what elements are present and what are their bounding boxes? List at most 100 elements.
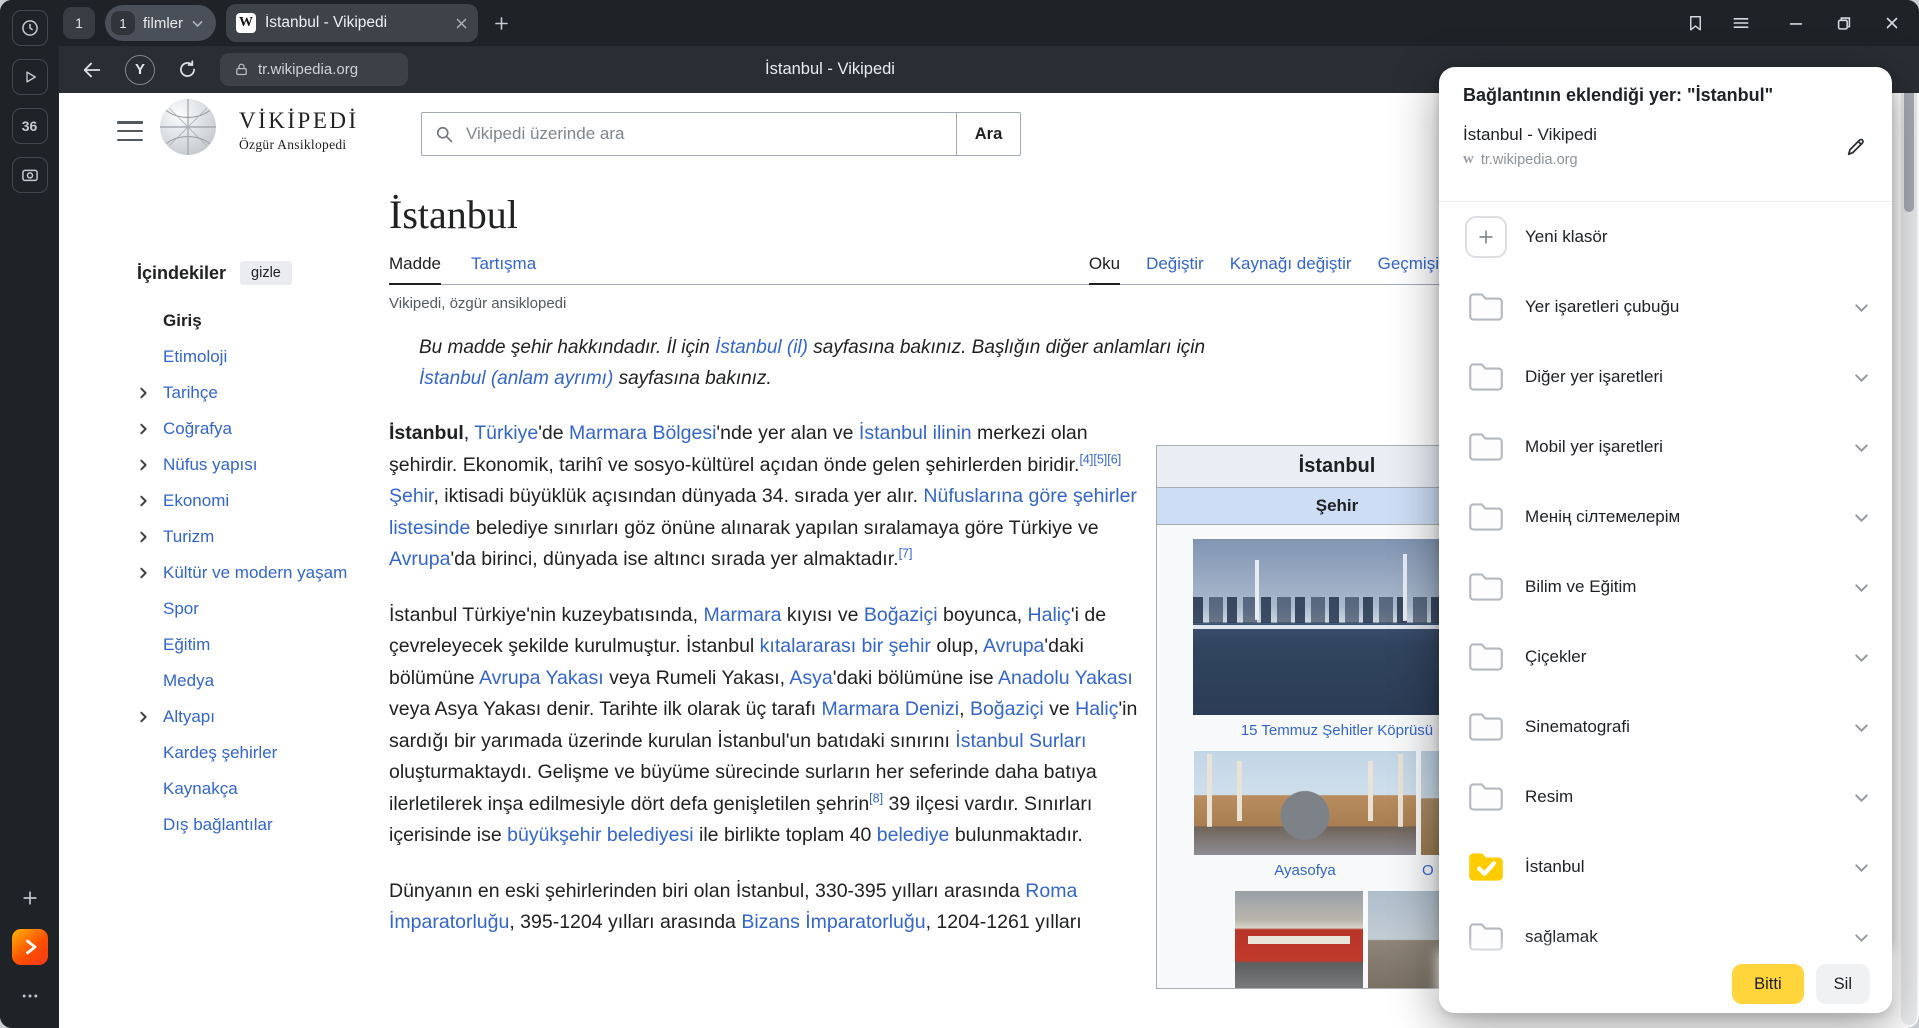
chevron-right-icon[interactable]: [137, 423, 150, 436]
toc-item[interactable]: Altyapı: [137, 699, 389, 735]
wiki-link[interactable]: büyükşehir belediyesi: [507, 824, 693, 846]
wiki-link[interactable]: Boğaziçi: [970, 698, 1044, 720]
chevron-down-icon[interactable]: [1853, 719, 1870, 736]
reference-link[interactable]: [5]: [1093, 452, 1107, 466]
wiki-link[interactable]: İstanbul (anlam ayrımı): [419, 368, 613, 389]
chevron-down-icon[interactable]: [1853, 369, 1870, 386]
wiki-link[interactable]: Boğaziçi: [864, 604, 938, 626]
folder-row[interactable]: Yer işaretleri çubuğu: [1439, 272, 1892, 342]
wiki-link[interactable]: belediye: [877, 824, 950, 846]
toc-item[interactable]: Nüfus yapısı: [137, 447, 389, 483]
folder-row[interactable]: Менің сілтемелерім: [1439, 482, 1892, 552]
folder-row[interactable]: Resim: [1439, 762, 1892, 832]
wiki-link[interactable]: Haliç: [1075, 698, 1118, 720]
infobox-image-ayasofya[interactable]: [1194, 751, 1416, 855]
wiki-link[interactable]: İstanbul ilinin: [859, 422, 972, 444]
page-scrollbar[interactable]: [1901, 50, 1917, 1025]
toc-item[interactable]: Medya: [137, 663, 389, 699]
toc-item[interactable]: Etimoloji: [137, 339, 389, 375]
tab-group-pill[interactable]: 1 filmler: [105, 5, 216, 41]
wiki-link[interactable]: İstanbul Surları: [955, 730, 1086, 752]
wiki-link[interactable]: Nüfuslarına göre şehirler listesinde: [389, 485, 1137, 539]
reference-link[interactable]: [8]: [869, 791, 883, 805]
chevron-right-icon[interactable]: [137, 531, 150, 544]
folder-row[interactable]: Çiçekler: [1439, 622, 1892, 692]
new-folder-button[interactable]: Yeni klasör: [1439, 202, 1892, 272]
chevron-down-icon[interactable]: [1853, 929, 1870, 946]
toc-item[interactable]: Eğitim: [137, 627, 389, 663]
edit-bookmark-button[interactable]: [1836, 127, 1876, 167]
wiki-link[interactable]: Marmara: [703, 604, 781, 626]
toc-item[interactable]: Tarihçe: [137, 375, 389, 411]
chevron-down-icon[interactable]: [1853, 579, 1870, 596]
toc-item[interactable]: Ekonomi: [137, 483, 389, 519]
chevron-right-icon[interactable]: [137, 711, 150, 724]
history-panel-button[interactable]: [12, 10, 48, 46]
back-button[interactable]: [81, 59, 103, 81]
wiki-link[interactable]: İstanbul (il): [715, 337, 808, 358]
toc-hide-button[interactable]: gizle: [240, 261, 292, 285]
toc-item[interactable]: Kardeş şehirler: [137, 735, 389, 771]
rail-add-button[interactable]: [12, 880, 48, 916]
media-panel-button[interactable]: [12, 59, 48, 95]
wiki-link[interactable]: kıtalararası bir şehir: [760, 635, 931, 657]
wiki-link[interactable]: Marmara Denizi: [821, 698, 959, 720]
wiki-link[interactable]: Avrupa: [389, 548, 450, 570]
done-button[interactable]: Bitti: [1732, 964, 1804, 1004]
article-view-tab[interactable]: Değiştir: [1146, 254, 1204, 284]
chevron-down-icon[interactable]: [1853, 439, 1870, 456]
folder-row[interactable]: Sinematografi: [1439, 692, 1892, 762]
wiki-link[interactable]: Marmara Bölgesi: [569, 422, 716, 444]
folder-row[interactable]: Diğer yer işaretleri: [1439, 342, 1892, 412]
screenshot-button[interactable]: [12, 157, 48, 193]
active-tab[interactable]: W İstanbul - Vikipedi: [226, 4, 478, 42]
address-bar[interactable]: tr.wikipedia.org: [220, 53, 408, 86]
toc-item[interactable]: Spor: [137, 591, 389, 627]
folder-row[interactable]: İstanbul: [1439, 832, 1892, 902]
scrollbar-thumb[interactable]: [1904, 72, 1914, 212]
bookmarks-panel-icon[interactable]: [1686, 14, 1705, 33]
yandex-search-button[interactable]: Y: [125, 55, 155, 85]
chevron-down-icon[interactable]: [1853, 649, 1870, 666]
close-button[interactable]: [1883, 14, 1901, 32]
toc-item[interactable]: Dış bağlantılar: [137, 807, 389, 843]
chevron-right-icon[interactable]: [137, 495, 150, 508]
infobox-image-tram[interactable]: [1235, 891, 1363, 988]
article-tab[interactable]: Madde: [389, 254, 441, 285]
wiki-link[interactable]: Türkiye: [474, 422, 538, 444]
reference-link[interactable]: [7]: [899, 547, 913, 561]
reference-link[interactable]: [4]: [1079, 452, 1093, 466]
wiki-link[interactable]: Avrupa Yakası: [479, 667, 604, 689]
search-input[interactable]: [421, 112, 957, 156]
wikipedia-logo[interactable]: [159, 98, 217, 156]
article-view-tab[interactable]: Kaynağı değiştir: [1230, 254, 1352, 284]
toc-item[interactable]: Giriş: [137, 303, 389, 339]
wiki-link[interactable]: Şehir: [389, 485, 433, 507]
chevron-down-icon[interactable]: [1853, 789, 1870, 806]
wiki-link[interactable]: Anadolu Yakası: [998, 667, 1133, 689]
toc-item[interactable]: Kültür ve modern yaşam: [137, 555, 389, 591]
folder-row[interactable]: Bilim ve Eğitim: [1439, 552, 1892, 622]
chevron-down-icon[interactable]: [1853, 509, 1870, 526]
chevron-right-icon[interactable]: [137, 567, 150, 580]
browser-menu-icon[interactable]: [1731, 13, 1751, 33]
refresh-button[interactable]: [177, 59, 198, 80]
chevron-right-icon[interactable]: [137, 387, 150, 400]
article-tab[interactable]: Tartışma: [471, 254, 536, 284]
chevron-right-icon[interactable]: [137, 459, 150, 472]
article-view-tab[interactable]: Oku: [1089, 254, 1120, 285]
main-menu-icon[interactable]: [115, 119, 145, 143]
wiki-link[interactable]: Roma İmparatorluğu: [389, 880, 1077, 934]
collapsed-tab-group[interactable]: 1: [63, 7, 95, 39]
maximize-button[interactable]: [1835, 14, 1853, 32]
chevron-down-icon[interactable]: [1853, 299, 1870, 316]
new-tab-button[interactable]: [492, 14, 511, 33]
toc-item[interactable]: Kaynakça: [137, 771, 389, 807]
tab-close-button[interactable]: [455, 17, 468, 30]
tab-counter-button[interactable]: 36: [12, 108, 48, 144]
wiki-link[interactable]: Bizans İmparatorluğu: [741, 911, 925, 933]
infobox-image-bridge[interactable]: [1193, 539, 1481, 715]
toc-item[interactable]: Turizm: [137, 519, 389, 555]
wiki-link[interactable]: Asya: [789, 667, 832, 689]
wiki-link[interactable]: Haliç: [1028, 604, 1071, 626]
